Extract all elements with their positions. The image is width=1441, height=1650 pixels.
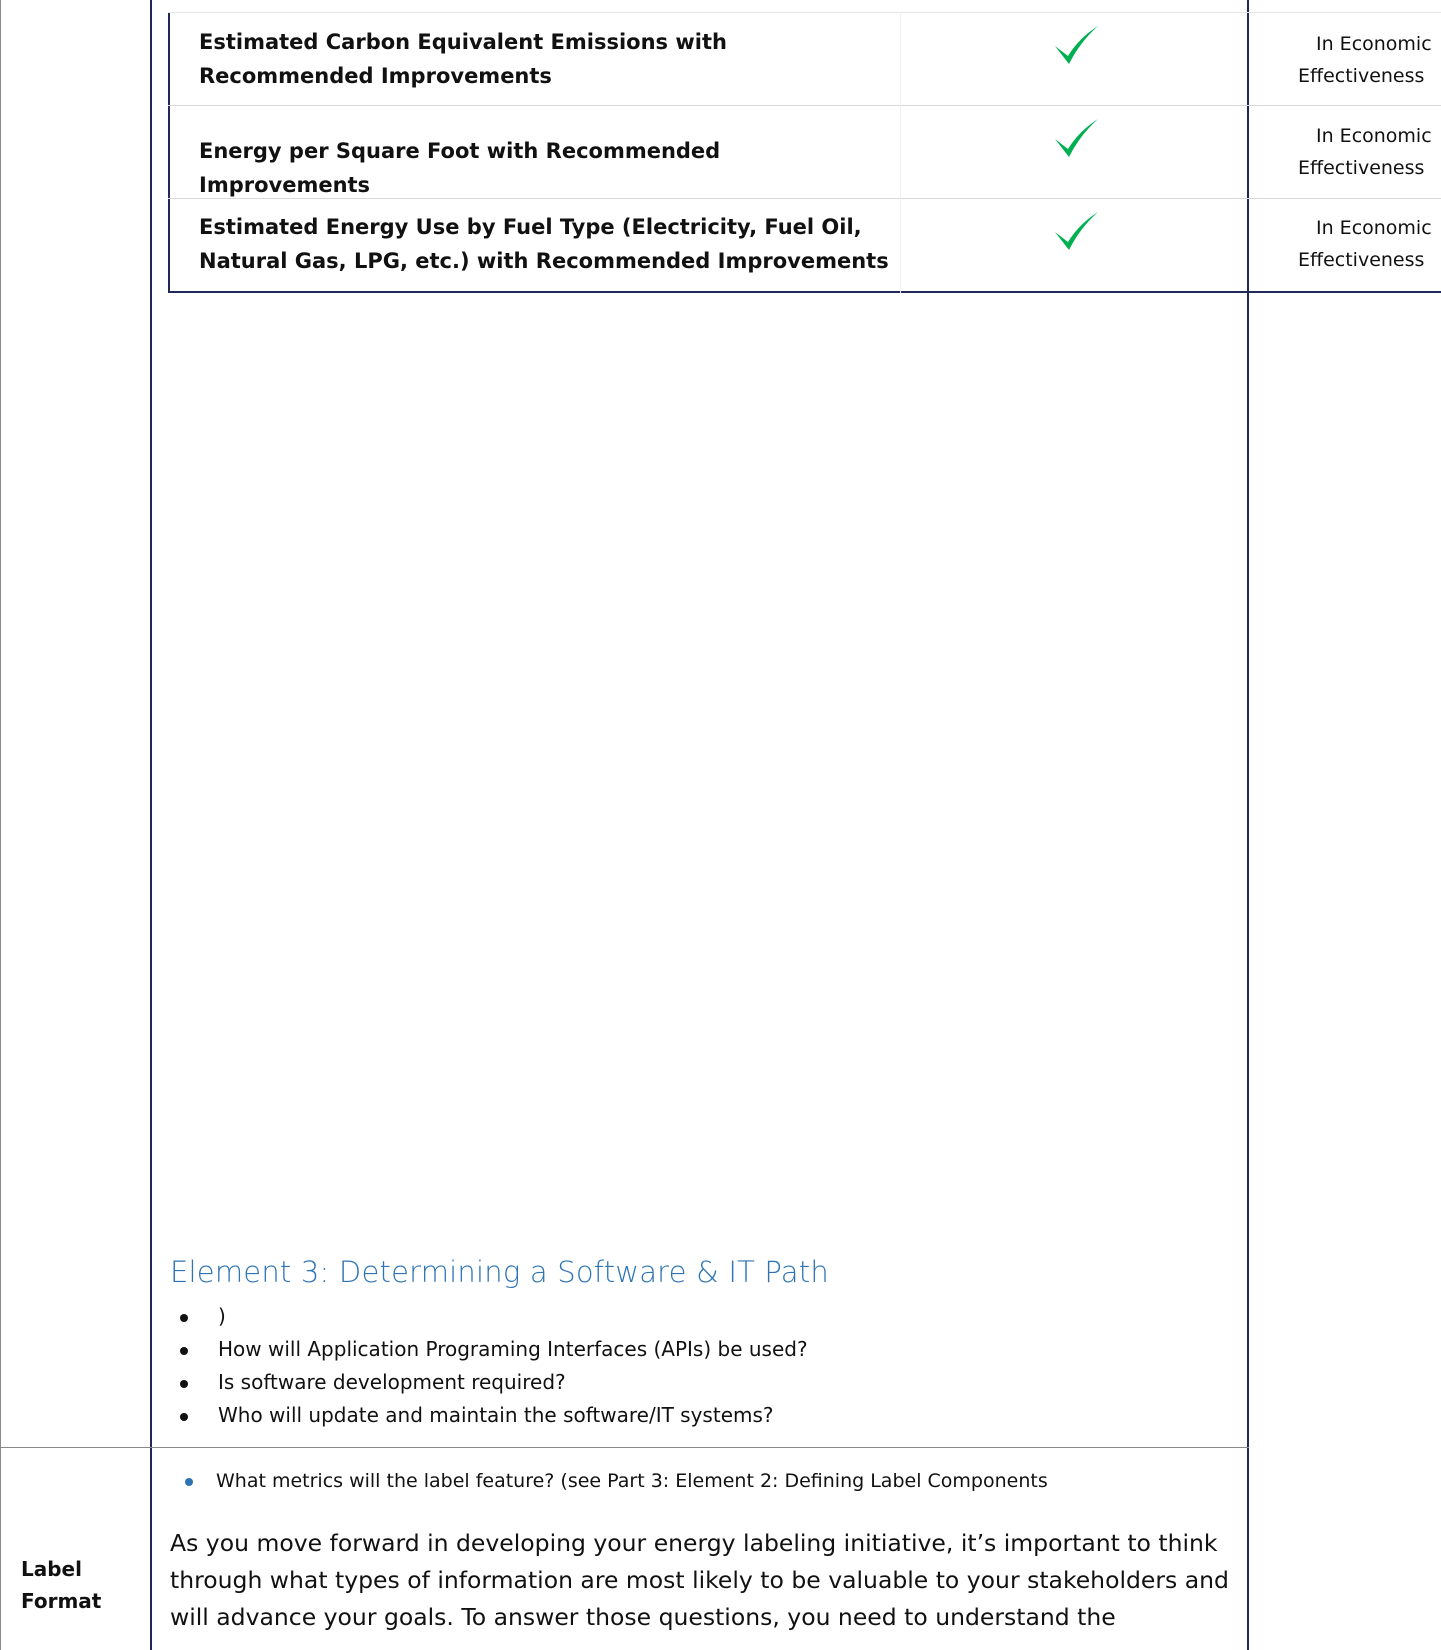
metric-row-1-label: Estimated Carbon Equivalent Emissions wi…: [199, 30, 727, 88]
row-header-label-format: Label Format: [21, 1557, 102, 1613]
status-line-2: Effectiveness: [1298, 65, 1425, 87]
metric-row-1-status: In Economic Effectiveness: [1298, 28, 1441, 92]
bullet-icon: [185, 1478, 193, 1486]
status-line-2: Effectiveness: [1298, 157, 1425, 179]
inner-col-divider-faint: [900, 12, 901, 293]
table-left-border: [0, 0, 1, 1650]
list-item: ): [170, 1300, 808, 1333]
status-line-1: In Economic: [1316, 217, 1432, 239]
list-item: How will Application Programing Interfac…: [170, 1333, 808, 1366]
bullet-icon: [180, 1347, 188, 1355]
inner-row-divider-1: [168, 105, 1441, 106]
section-heading: Element 3: Determining a Software & IT P…: [170, 1255, 829, 1289]
metric-row-2-status: In Economic Effectiveness: [1298, 120, 1441, 184]
inner-table-left-border: [168, 12, 170, 293]
question-list: ) How will Application Programing Interf…: [170, 1300, 808, 1432]
checkmark-icon: [1055, 26, 1098, 64]
table-column-divider: [150, 0, 152, 1650]
bullet-icon: [180, 1413, 188, 1421]
table-right-border: [1247, 0, 1249, 1650]
checkmark-icon: [1055, 212, 1098, 250]
inner-table-bottom-border: [168, 291, 1441, 293]
metric-question: What metrics will the label feature? (se…: [185, 1470, 1048, 1492]
metric-row-3-status: In Economic Effectiveness: [1298, 212, 1441, 276]
bullet-icon: [180, 1314, 188, 1322]
status-line-1: In Economic: [1316, 33, 1432, 55]
checkmark-icon: [1055, 119, 1098, 157]
table-row-divider: [0, 1447, 1249, 1448]
status-line-2: Effectiveness: [1298, 249, 1425, 271]
body-paragraph: As you move forward in developing your e…: [170, 1529, 1229, 1631]
list-item: Is software development required?: [170, 1366, 808, 1399]
list-item: Who will update and maintain the softwar…: [170, 1399, 808, 1432]
metric-row-3-label: Estimated Energy Use by Fuel Type (Elect…: [199, 215, 889, 273]
inner-table-top-rule: [168, 12, 1441, 13]
metric-row-2-label: Energy per Square Foot with Recommended …: [199, 139, 721, 197]
status-line-1: In Economic: [1316, 125, 1432, 147]
bullet-icon: [180, 1380, 188, 1388]
